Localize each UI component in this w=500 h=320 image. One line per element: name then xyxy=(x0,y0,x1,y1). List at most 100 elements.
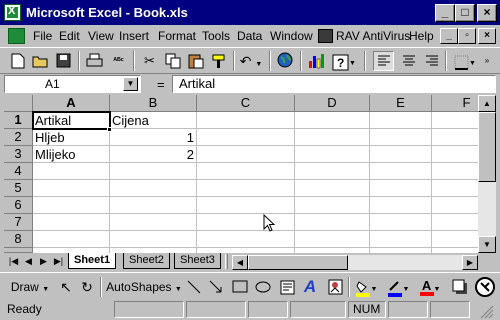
chart-wizard-icon[interactable] xyxy=(306,51,327,71)
paste-icon[interactable] xyxy=(185,51,206,71)
size-grip-icon[interactable] xyxy=(478,303,494,319)
doc-restore-button[interactable]: ▫ xyxy=(458,28,476,44)
vertical-scrollbar[interactable]: ▲ ▼ xyxy=(478,95,496,253)
name-box-dropdown[interactable]: ▼ xyxy=(123,77,138,91)
line-color-icon[interactable]: ▼ xyxy=(384,277,412,298)
menu-insert[interactable]: Insert xyxy=(119,29,149,43)
align-right-icon[interactable] xyxy=(421,51,442,71)
menu-rav-antivirus[interactable]: RAV AntiVirus xyxy=(336,29,410,43)
open-icon[interactable] xyxy=(30,51,51,71)
column-header-e[interactable]: E xyxy=(370,95,432,112)
save-icon[interactable] xyxy=(53,51,74,71)
toolbar-separator xyxy=(78,51,80,71)
fill-color-icon[interactable]: ▼ xyxy=(352,277,380,298)
print-icon[interactable] xyxy=(84,51,105,71)
row-header-3[interactable]: 3 xyxy=(4,146,33,163)
undo-icon[interactable]: ↶ ▼ xyxy=(238,51,264,71)
toolbar-more-icon[interactable]: » xyxy=(481,51,493,71)
minimize-button[interactable]: _ xyxy=(435,4,455,22)
3d-icon[interactable] xyxy=(474,277,496,297)
maximize-button[interactable]: □ xyxy=(455,4,475,22)
toolbar-separator xyxy=(269,51,271,71)
scroll-right-icon[interactable]: ▶ xyxy=(462,255,478,270)
copy-icon[interactable] xyxy=(162,51,183,71)
shadow-icon[interactable] xyxy=(450,277,470,297)
select-pointer-icon[interactable]: ↖ xyxy=(58,277,74,297)
scroll-down-icon[interactable]: ▼ xyxy=(478,236,496,253)
spreadsheet-grid[interactable]: A B C D E F 1 2 3 4 5 6 7 8 Artikal Cije… xyxy=(4,95,478,253)
horizontal-scrollbar[interactable]: ◀ ▶ xyxy=(232,255,478,270)
menu-data[interactable]: Data xyxy=(237,29,262,43)
tab-split-handle[interactable] xyxy=(225,254,228,269)
doc-minimize-button[interactable]: _ xyxy=(440,28,458,44)
name-box[interactable]: A1 xyxy=(4,75,141,93)
close-button[interactable]: × xyxy=(477,4,497,22)
cell-a2[interactable]: Hljeb xyxy=(35,129,108,146)
vertical-scroll-thumb[interactable] xyxy=(478,112,496,182)
arrow-tool-icon[interactable] xyxy=(207,277,225,297)
borders-icon[interactable]: ▼ xyxy=(452,51,478,71)
font-color-icon[interactable]: A ▼ xyxy=(416,277,444,297)
row-header-6[interactable]: 6 xyxy=(4,197,33,214)
menu-format[interactable]: Format xyxy=(158,29,196,43)
workbook-icon[interactable] xyxy=(8,28,25,44)
row-header-7[interactable]: 7 xyxy=(4,214,33,231)
menu-file[interactable]: File xyxy=(33,29,52,43)
row-header-2[interactable]: 2 xyxy=(4,129,33,146)
scroll-up-icon[interactable]: ▲ xyxy=(478,95,496,112)
equals-sign[interactable]: = xyxy=(157,77,165,92)
text-box-icon[interactable] xyxy=(277,277,297,297)
sheet-tab-sheet2[interactable]: Sheet2 xyxy=(123,253,170,269)
spelling-icon[interactable]: ᴬᴮᶜ xyxy=(108,51,129,71)
web-icon[interactable] xyxy=(275,51,296,71)
align-center-icon[interactable] xyxy=(398,51,419,71)
new-icon[interactable] xyxy=(7,51,28,71)
doc-close-button[interactable]: × xyxy=(478,28,496,44)
menu-help[interactable]: Help xyxy=(409,29,434,43)
clip-art-icon[interactable] xyxy=(325,277,345,297)
sheet-tab-sheet1[interactable]: Sheet1 xyxy=(68,253,117,269)
format-painter-icon[interactable] xyxy=(208,51,229,71)
column-header-d[interactable]: D xyxy=(295,95,370,112)
menu-window[interactable]: Window xyxy=(270,29,313,43)
wordart-icon[interactable]: A xyxy=(300,277,320,297)
cut-icon[interactable]: ✂ xyxy=(139,51,160,71)
draw-menu-button[interactable]: Draw ▼ xyxy=(6,277,54,297)
horizontal-scroll-thumb[interactable] xyxy=(248,255,348,270)
align-left-icon[interactable] xyxy=(373,51,394,71)
window-title: Microsoft Excel - Book.xls xyxy=(26,5,188,20)
rectangle-tool-icon[interactable] xyxy=(230,277,250,297)
standard-toolbar: ᴬᴮᶜ ✂ ↶ ▼ ? ▼ ▼ » xyxy=(0,47,500,74)
formula-input[interactable]: Artikal xyxy=(172,75,496,93)
prev-sheet-icon[interactable]: ◀ xyxy=(21,254,36,269)
oval-tool-icon[interactable] xyxy=(253,277,273,297)
next-sheet-icon[interactable]: ▶ xyxy=(36,254,51,269)
row-header-4[interactable]: 4 xyxy=(4,163,33,180)
cell-b1[interactable]: Cijena xyxy=(112,112,195,129)
column-header-a[interactable]: A xyxy=(33,95,110,112)
free-rotate-icon[interactable]: ↻ xyxy=(78,277,96,297)
status-bar: Ready NUM xyxy=(0,299,500,320)
first-sheet-icon[interactable]: |◀ xyxy=(6,254,21,269)
excel-app-icon[interactable]: X xyxy=(4,4,21,21)
row-header-8[interactable]: 8 xyxy=(4,231,33,248)
sheet-tab-sheet3[interactable]: Sheet3 xyxy=(174,253,221,269)
cell-a3[interactable]: Mlijeko xyxy=(35,146,108,163)
column-header-c[interactable]: C xyxy=(197,95,295,112)
row-header-5[interactable]: 5 xyxy=(4,180,33,197)
autoshapes-menu-button[interactable]: AutoShapes ▼ xyxy=(106,277,182,297)
menu-view[interactable]: View xyxy=(88,29,114,43)
menu-tools[interactable]: Tools xyxy=(202,29,230,43)
last-sheet-icon[interactable]: ▶| xyxy=(51,254,66,269)
menu-edit[interactable]: Edit xyxy=(59,29,80,43)
column-header-b[interactable]: B xyxy=(110,95,197,112)
help-icon[interactable]: ? ▼ xyxy=(330,51,358,71)
column-header-f[interactable]: F xyxy=(432,95,478,112)
select-all-corner[interactable] xyxy=(4,95,33,112)
cell-b3[interactable]: 2 xyxy=(110,146,194,163)
scroll-left-icon[interactable]: ◀ xyxy=(232,255,248,270)
fill-handle[interactable] xyxy=(107,127,112,132)
cell-b2[interactable]: 1 xyxy=(110,129,194,146)
row-header-1[interactable]: 1 xyxy=(4,112,33,129)
line-tool-icon[interactable] xyxy=(185,277,203,297)
